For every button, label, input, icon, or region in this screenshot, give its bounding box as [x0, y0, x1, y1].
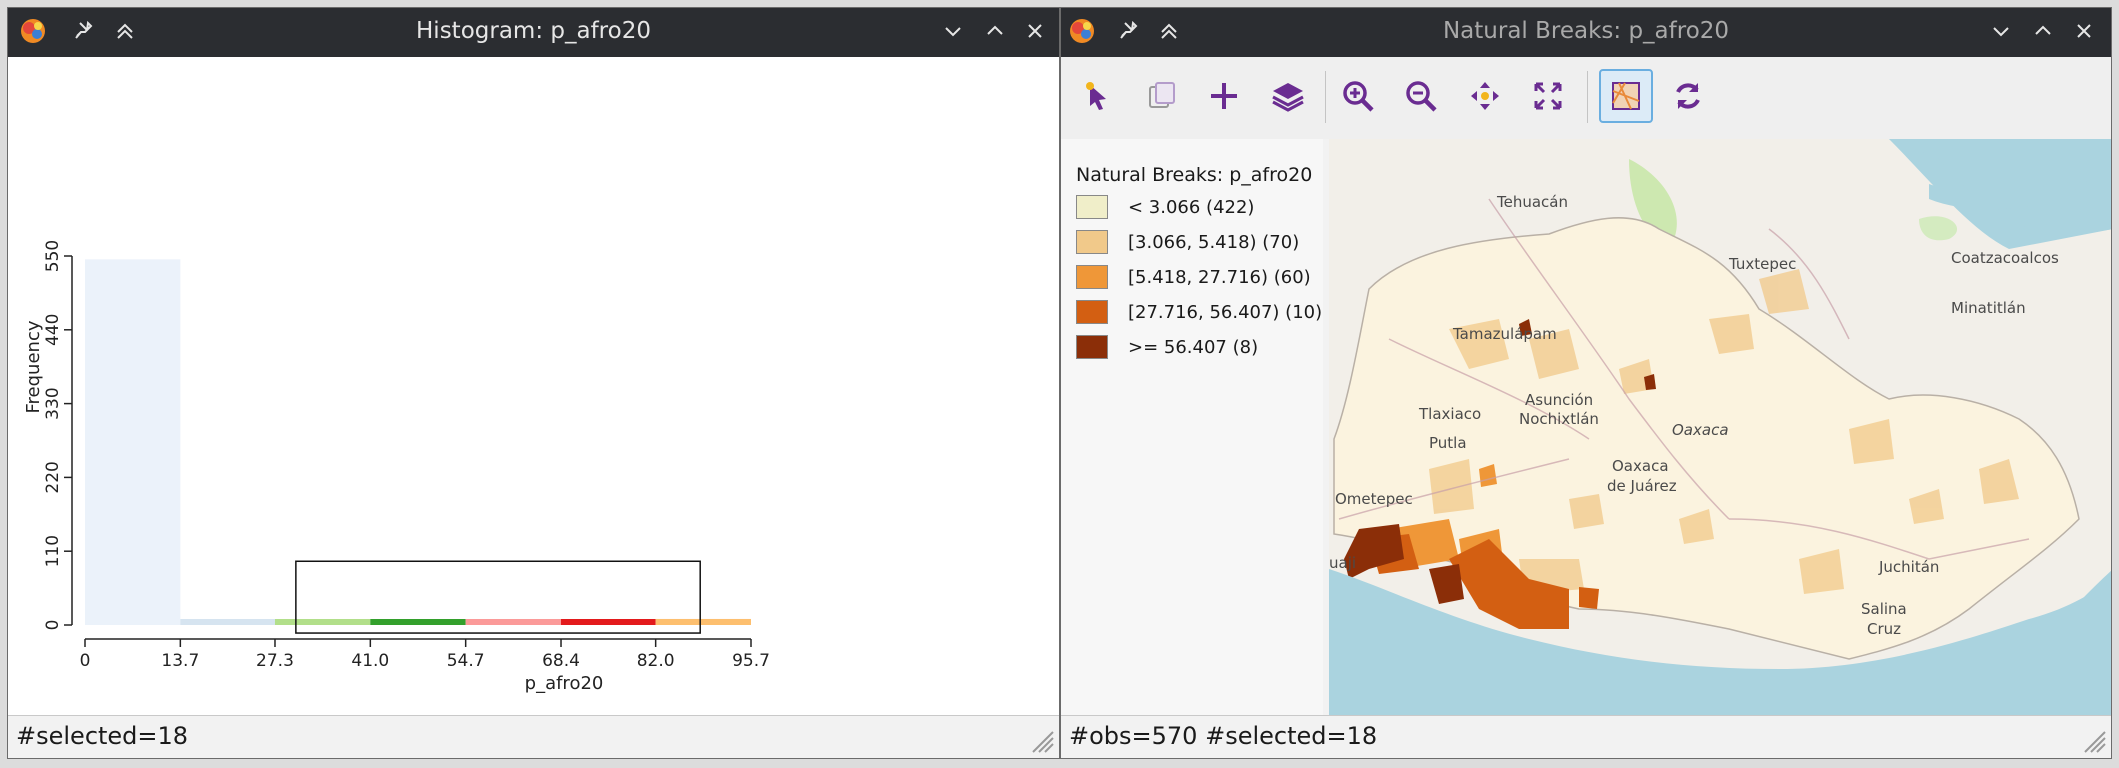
pan-icon[interactable]	[1462, 73, 1508, 119]
map-label: Oaxaca	[1672, 421, 1729, 439]
legend-swatch	[1076, 335, 1108, 359]
map-label: Minatitlán	[1951, 299, 2026, 317]
map-label: Coatzacoalcos	[1951, 249, 2059, 267]
legend-swatch	[1076, 300, 1108, 324]
minimize-icon[interactable]	[1986, 16, 2016, 46]
map-toolbar	[1061, 57, 2111, 139]
legend-label: [27.716, 56.407) (10)	[1128, 302, 1323, 323]
histogram-bar[interactable]	[85, 259, 181, 625]
map-label: Tlaxiaco	[1418, 405, 1481, 423]
resize-grip-icon[interactable]	[2077, 724, 2107, 754]
histogram-window-title: Histogram: p_afro20	[416, 18, 651, 44]
x-tick-label: 27.3	[256, 651, 294, 671]
map-titlebar[interactable]: Natural Breaks: p_afro20	[1061, 8, 2111, 57]
minimize-icon[interactable]	[938, 16, 968, 46]
x-tick-label: 95.7	[732, 651, 770, 671]
x-tick-label: 68.4	[542, 651, 580, 671]
legend-swatch	[1076, 230, 1108, 254]
toolbar-separator	[1325, 71, 1326, 123]
histogram-status-text: #selected=18	[16, 722, 189, 750]
map-label: uaji	[1329, 554, 1356, 572]
histogram-bar[interactable]	[561, 619, 656, 625]
x-tick-label: 13.7	[161, 651, 199, 671]
legend-swatch	[1076, 265, 1108, 289]
map-label: Juchitán	[1878, 558, 1939, 576]
map-label: Nochixtlán	[1519, 410, 1599, 428]
map-label: Tehuacán	[1496, 193, 1568, 211]
map-legend[interactable]: Natural Breaks: p_afro20 < 3.066 (422) […	[1061, 139, 1323, 716]
x-axis-label: p_afro20	[525, 673, 604, 694]
map-label: Tamazulápam	[1452, 325, 1557, 343]
histogram-bar[interactable]	[274, 619, 371, 625]
histogram-bar[interactable]	[465, 619, 562, 625]
copy-image-icon[interactable]	[1139, 73, 1185, 119]
map-label: Cruz	[1867, 620, 1901, 638]
zoom-in-icon[interactable]	[1335, 73, 1381, 119]
legend-label: >= 56.407 (8)	[1128, 337, 1259, 358]
histogram-bar[interactable]	[655, 618, 751, 625]
zoom-out-icon[interactable]	[1398, 73, 1444, 119]
map-window-title: Natural Breaks: p_afro20	[1442, 18, 1730, 44]
histogram-titlebar[interactable]: Histogram: p_afro20	[8, 8, 1059, 57]
layers-icon[interactable]	[1265, 73, 1311, 119]
histogram-bar[interactable]	[180, 619, 275, 625]
refresh-icon[interactable]	[1665, 73, 1711, 119]
map-label: Asunción	[1525, 391, 1593, 409]
histogram-window: Histogram: p_afro20 0 110 220 330 440 550 0 13…	[7, 7, 1060, 759]
legend-swatch	[1076, 195, 1108, 219]
x-tick-label: 54.7	[447, 651, 485, 671]
map-label: Oaxaca	[1612, 457, 1669, 475]
resize-grip-icon[interactable]	[1025, 724, 1055, 754]
legend-label: [3.066, 5.418) (70)	[1128, 232, 1300, 253]
close-icon[interactable]	[2069, 16, 2099, 46]
y-axis-label: Frequency	[23, 320, 44, 413]
select-tool-icon[interactable]	[1075, 73, 1121, 119]
toolbar-separator	[1587, 71, 1588, 123]
x-tick-label: 41.0	[351, 651, 389, 671]
map-canvas[interactable]: Tehuacán Tuxtepec Coatzacoalcos Minatitl…	[1329, 139, 2111, 716]
maximize-icon[interactable]	[2028, 16, 2058, 46]
map-window: Natural Breaks: p_afro20 Natural Breaks:…	[1060, 7, 2112, 759]
map-label: de Juárez	[1607, 477, 1677, 495]
y-tick-label: 0	[43, 620, 63, 631]
full-extent-icon[interactable]	[1525, 73, 1571, 119]
x-tick-label: 0	[80, 651, 91, 671]
histogram-plot-area[interactable]: 0 110 220 330 440 550 0 13.7 27.3 41.0 54.7 68.4 82…	[8, 57, 1059, 716]
close-icon[interactable]	[1020, 16, 1050, 46]
y-tick-label: 550	[43, 240, 63, 272]
y-tick-label: 220	[43, 461, 63, 493]
map-label: Ometepec	[1335, 490, 1413, 508]
map-label: Putla	[1429, 434, 1467, 452]
map-label: Salina	[1861, 600, 1907, 618]
x-tick-label: 82.0	[637, 651, 675, 671]
histogram-status-bar: #selected=18	[8, 715, 1059, 758]
map-label: Tuxtepec	[1728, 255, 1796, 273]
map-status-text: #obs=570 #selected=18	[1069, 722, 1378, 750]
histogram-chart[interactable]: 0 110 220 330 440 550 0 13.7 27.3 41.0 54.7 68.4 82…	[8, 57, 1059, 718]
maximize-icon[interactable]	[980, 16, 1010, 46]
map-status-bar: #obs=570 #selected=18	[1061, 715, 2111, 758]
map-image[interactable]: Tehuacán Tuxtepec Coatzacoalcos Minatitl…	[1329, 139, 2111, 716]
legend-label: < 3.066 (422)	[1128, 197, 1255, 218]
add-layer-icon[interactable]	[1201, 73, 1247, 119]
y-tick-label: 110	[43, 535, 63, 567]
y-tick-label: 330	[43, 387, 63, 419]
histogram-bar[interactable]	[370, 619, 466, 625]
legend-label: [5.418, 27.716) (60)	[1128, 267, 1311, 288]
legend-title: Natural Breaks: p_afro20	[1076, 164, 1313, 186]
basemap-toggle-icon[interactable]	[1599, 69, 1653, 123]
y-tick-label: 440	[43, 314, 63, 346]
